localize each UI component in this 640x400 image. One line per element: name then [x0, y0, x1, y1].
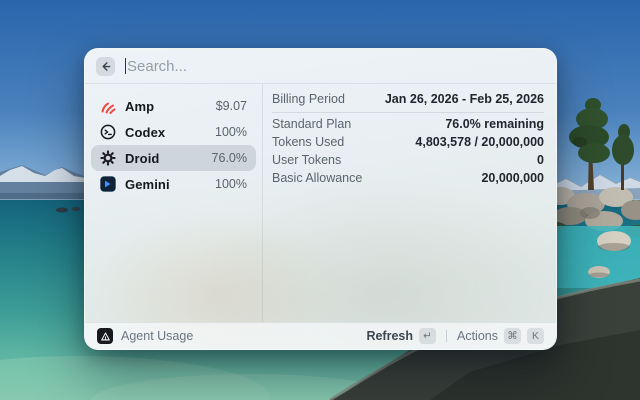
k-keycap: K: [527, 328, 544, 344]
detail-label: Tokens Used: [272, 135, 344, 149]
detail-value: 76.0% remaining: [445, 117, 544, 131]
actions-button[interactable]: Actions ⌘ K: [457, 328, 544, 344]
detail-label: Standard Plan: [272, 117, 351, 131]
basic-allowance-row: Basic Allowance 20,000,000: [272, 169, 544, 187]
agent-value: 100%: [215, 177, 247, 191]
standard-plan-row: Standard Plan 76.0% remaining: [272, 115, 544, 133]
billing-period-row: Billing Period Jan 26, 2026 - Feb 25, 20…: [272, 88, 544, 109]
back-arrow-icon: [100, 61, 111, 72]
agent-usage-icon: [97, 328, 113, 344]
search-input[interactable]: Search...: [125, 49, 545, 83]
detail-label: Basic Allowance: [272, 171, 362, 185]
actions-label: Actions: [457, 329, 498, 343]
agent-value: $9.07: [216, 99, 247, 113]
detail-value: Jan 26, 2026 - Feb 25, 2026: [385, 92, 544, 106]
agent-name: Droid: [125, 151, 203, 166]
list-item-codex[interactable]: Codex 100%: [91, 119, 256, 145]
divider: [272, 112, 544, 113]
detail-label: Billing Period: [272, 92, 345, 106]
footer-bar: Agent Usage Refresh ↵ Actions ⌘ K: [85, 322, 556, 349]
detail-value: 20,000,000: [481, 171, 544, 185]
agent-name: Codex: [125, 125, 206, 140]
list-item-droid[interactable]: Droid 76.0%: [91, 145, 256, 171]
user-tokens-row: User Tokens 0: [272, 151, 544, 169]
refresh-button[interactable]: Refresh ↵: [366, 328, 436, 344]
text-caret: [125, 58, 126, 74]
search-placeholder: Search...: [127, 58, 187, 75]
agent-value: 76.0%: [212, 151, 247, 165]
cmd-keycap: ⌘: [504, 328, 521, 344]
agent-list: Amp $9.07 Codex 100%: [85, 84, 263, 322]
details-panel: Billing Period Jan 26, 2026 - Feb 25, 20…: [263, 84, 556, 322]
app-name: Agent Usage: [121, 329, 193, 343]
detail-label: User Tokens: [272, 153, 341, 167]
amp-icon: [100, 98, 116, 114]
gemini-icon: [100, 176, 116, 192]
search-bar: Search...: [85, 49, 556, 84]
agent-name: Amp: [125, 99, 207, 114]
agent-value: 100%: [215, 125, 247, 139]
detail-value: 4,803,578 / 20,000,000: [415, 135, 544, 149]
droid-icon: [100, 150, 116, 166]
tokens-used-row: Tokens Used 4,803,578 / 20,000,000: [272, 133, 544, 151]
back-button[interactable]: [96, 57, 115, 76]
list-item-gemini[interactable]: Gemini 100%: [91, 171, 256, 197]
agent-name: Gemini: [125, 177, 206, 192]
refresh-label: Refresh: [366, 329, 413, 343]
footer-divider: [446, 330, 447, 342]
return-keycap: ↵: [419, 328, 436, 344]
agent-usage-window: Search... Amp $9.07: [84, 48, 557, 350]
codex-icon: [100, 124, 116, 140]
detail-value: 0: [537, 153, 544, 167]
list-item-amp[interactable]: Amp $9.07: [91, 93, 256, 119]
